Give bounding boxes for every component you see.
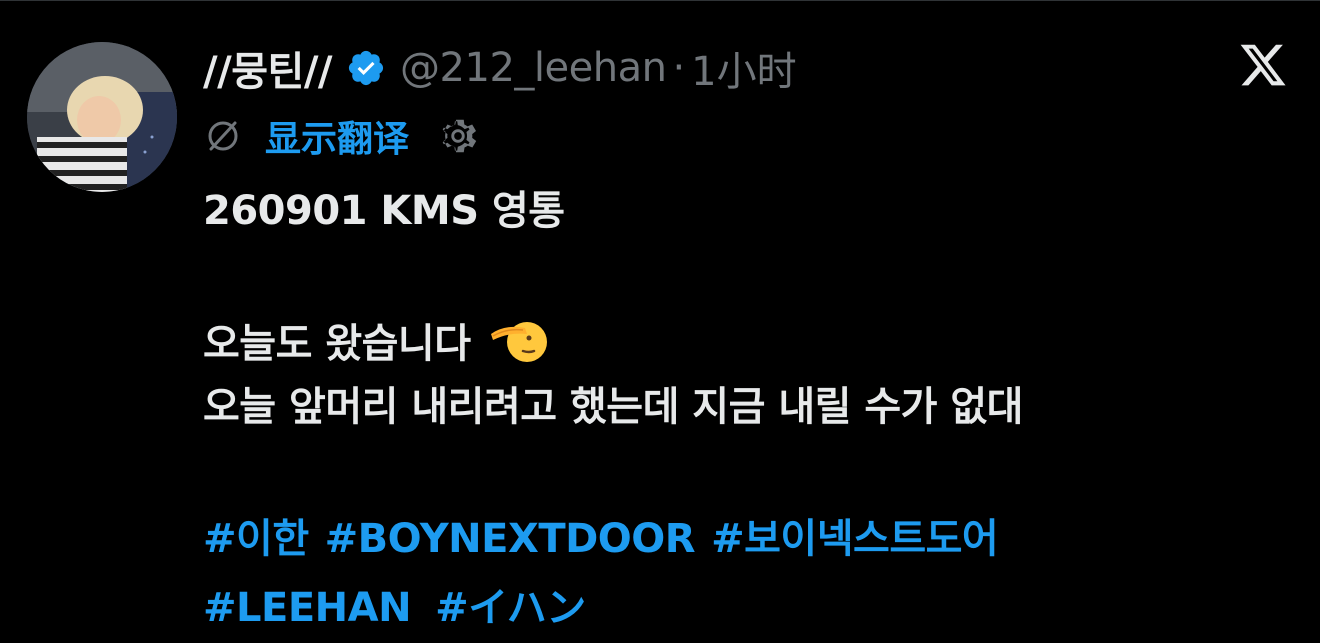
hashtags-row-2: #LEEHAN #イハン [203,575,602,633]
avatar-image [27,42,177,192]
user-handle[interactable]: @212_leehan [400,45,667,91]
hashtag-link[interactable]: #BOYNEXTDOOR [325,516,696,562]
hashtags-row-1: #이한 #BOYNEXTDOOR #보이넥스트도어 [203,506,1014,564]
avatar[interactable] [27,42,177,192]
post-text-line-3: 오늘 앞머리 내리려고 했는데 지금 내릴 수가 없대 [203,384,1023,430]
translate-icon [203,116,243,156]
hashtag-link[interactable]: #イハン [435,575,586,633]
show-translation-link[interactable]: 显示翻译 [265,110,409,162]
separator-dot: · [672,45,686,91]
verified-badge-icon[interactable] [346,48,386,88]
saluting-face-emoji-icon [489,314,551,366]
hashtag-link[interactable]: #LEEHAN [203,585,412,631]
post-header: //뭉틴// @212_leehan · 1小时 [203,40,797,96]
post-text-line-1: 260901 KMS 영통 [203,188,565,234]
hashtag-link[interactable]: #보이넥스트도어 [711,506,999,564]
post-text-line-2: 오늘도 왔습니다 [203,311,551,369]
top-divider [0,0,1320,1]
gear-icon[interactable] [435,113,481,159]
x-logo-icon[interactable] [1238,40,1288,90]
hashtag-link[interactable]: #이한 [203,506,309,564]
post-text-line-2-text: 오늘도 왔습니다 [203,321,471,367]
display-name[interactable]: //뭉틴// [203,39,333,97]
translate-row: 显示翻译 [203,110,481,162]
post-time[interactable]: 1小时 [691,39,796,97]
